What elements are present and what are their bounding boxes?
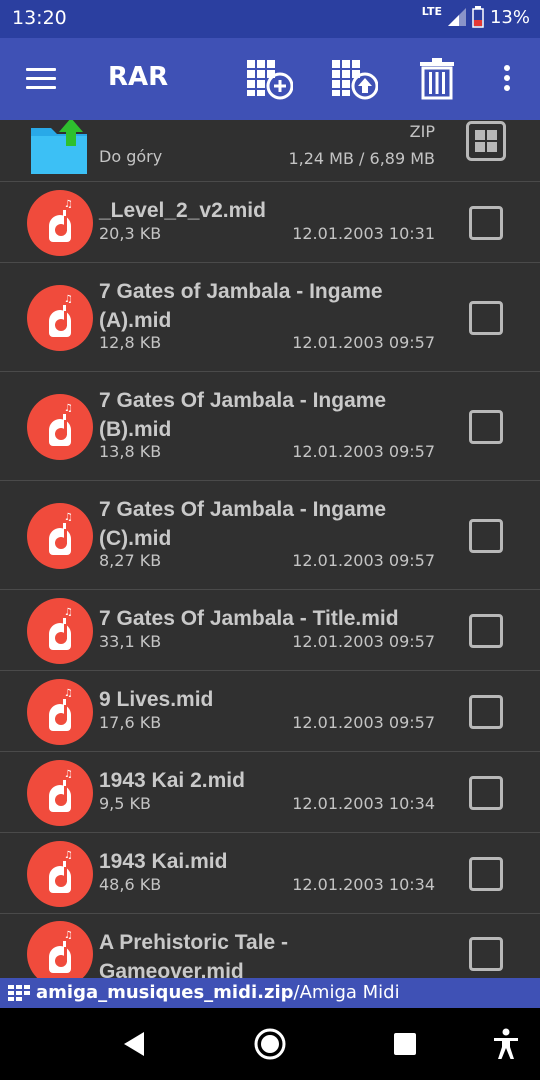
file-date: 12.01.2003 10:34 (292, 875, 435, 894)
grid-icon (466, 121, 506, 161)
file-date: 12.01.2003 10:31 (292, 224, 435, 243)
add-to-archive-button[interactable] (245, 58, 294, 100)
file-checkbox[interactable] (469, 857, 503, 891)
file-row[interactable]: ♫ 7 Gates of Jambala - Ingame (A).mid 12,8… (0, 263, 540, 372)
delete-button[interactable] (416, 58, 464, 100)
file-date: 12.01.2003 10:34 (292, 794, 435, 813)
file-size: 17,6 KB (99, 713, 162, 732)
parent-folder-row[interactable]: Do góry ZIP 1,24 MB / 6,89 MB (0, 120, 540, 182)
archive-extract-icon (332, 60, 379, 100)
file-name: _Level_2_v2.mid (99, 199, 266, 222)
select-all-button[interactable] (466, 121, 506, 161)
app-bar: RAR (0, 38, 540, 120)
svg-text:♫: ♫ (64, 512, 73, 523)
battery-level: 13% (489, 6, 530, 28)
file-checkbox[interactable] (469, 410, 503, 444)
file-row[interactable]: ♫ 7 Gates Of Jambala - Ingame (B).mid 13,8… (0, 372, 540, 481)
archive-type: ZIP (409, 122, 435, 141)
file-size: 48,6 KB (99, 875, 162, 894)
battery-icon (472, 6, 484, 28)
file-size: 33,1 KB (99, 632, 162, 651)
file-date: 12.01.2003 09:57 (292, 442, 435, 461)
archive-add-icon (247, 60, 294, 100)
midi-file-icon: ♫ (27, 394, 93, 460)
menu-button[interactable] (26, 68, 56, 90)
file-checkbox[interactable] (469, 206, 503, 240)
status-icons: LTE 13% (421, 4, 530, 28)
midi-file-icon: ♫ (27, 598, 93, 664)
path-bar[interactable]: amiga_musiques_midi.zip/Amiga Midi (0, 978, 540, 1008)
svg-text:♫: ♫ (64, 403, 73, 414)
signal-icon (447, 8, 466, 26)
file-row[interactable]: ♫ A Prehistoric Tale - Gameover.mid (0, 914, 540, 978)
accessibility-icon[interactable] (488, 1026, 524, 1062)
clock: 13:20 (12, 7, 67, 29)
back-icon[interactable] (116, 1026, 152, 1062)
file-size: 20,3 KB (99, 224, 162, 243)
midi-file-icon: ♫ (27, 679, 93, 745)
folder-path: /Amiga Midi (293, 982, 400, 1003)
file-name: 1943 Kai 2.mid (99, 769, 245, 792)
grid-view-icon (8, 985, 30, 1001)
file-checkbox[interactable] (469, 614, 503, 648)
hamburger-icon (26, 68, 56, 71)
svg-text:♫: ♫ (64, 769, 73, 780)
file-checkbox[interactable] (469, 776, 503, 810)
svg-text:♫: ♫ (64, 688, 73, 699)
file-size: 9,5 KB (99, 794, 151, 813)
more-options-button[interactable] (490, 58, 524, 100)
navigation-bar (0, 1008, 540, 1080)
archive-size: 1,24 MB / 6,89 MB (288, 149, 435, 168)
file-list[interactable]: Do góry ZIP 1,24 MB / 6,89 MB ♫ _Level_2_… (0, 120, 540, 978)
file-row[interactable]: ♫ 1943 Kai 2.mid 9,5 KB 12.01.2003 10:34 (0, 752, 540, 833)
file-date: 12.01.2003 09:57 (292, 713, 435, 732)
file-size: 8,27 KB (99, 551, 162, 570)
midi-file-icon: ♫ (27, 841, 93, 907)
file-name: 9 Lives.mid (99, 688, 214, 711)
file-row[interactable]: ♫ 1943 Kai.mid 48,6 KB 12.01.2003 10:34 (0, 833, 540, 914)
file-row[interactable]: ♫ 7 Gates Of Jambala - Ingame (C).mid 8,27… (0, 481, 540, 590)
path-text: amiga_musiques_midi.zip/Amiga Midi (36, 978, 400, 1008)
midi-file-icon: ♫ (27, 760, 93, 826)
home-icon[interactable] (252, 1026, 288, 1062)
midi-file-icon: ♫ (27, 285, 93, 351)
file-checkbox[interactable] (469, 519, 503, 553)
app-title: RAR (108, 62, 169, 92)
hamburger-icon-line (26, 77, 56, 80)
file-name: 7 Gates of Jambala - Ingame (A).mid (99, 280, 383, 332)
trash-icon (420, 58, 454, 100)
file-checkbox[interactable] (469, 301, 503, 335)
midi-file-icon: ♫ (27, 921, 93, 978)
recents-icon[interactable] (387, 1026, 423, 1062)
file-row[interactable]: ♫ 7 Gates Of Jambala - Title.mid 33,1 KB 12… (0, 590, 540, 671)
svg-text:♫: ♫ (64, 294, 73, 305)
file-name: 7 Gates Of Jambala - Title.mid (99, 607, 399, 630)
archive-name: amiga_musiques_midi.zip (36, 982, 294, 1003)
file-row[interactable]: ♫ 9 Lives.mid 17,6 KB 12.01.2003 09:57 (0, 671, 540, 752)
file-checkbox[interactable] (469, 695, 503, 729)
svg-text:♫: ♫ (64, 850, 73, 861)
more-vert-icon (504, 65, 510, 91)
midi-file-icon: ♫ (27, 190, 93, 256)
file-date: 12.01.2003 09:57 (292, 333, 435, 352)
svg-text:♫: ♫ (64, 607, 73, 618)
extract-button[interactable] (330, 58, 379, 100)
file-date: 12.01.2003 09:57 (292, 551, 435, 570)
file-size: 13,8 KB (99, 442, 162, 461)
folder-up-icon (31, 120, 87, 174)
file-row[interactable]: ♫ _Level_2_v2.mid 20,3 KB 12.01.2003 10:31 (0, 182, 540, 263)
file-name: 7 Gates Of Jambala - Ingame (C).mid (99, 498, 387, 550)
file-name: A Prehistoric Tale - Gameover.mid (99, 931, 289, 978)
svg-text:♫: ♫ (64, 199, 73, 210)
midi-file-icon: ♫ (27, 503, 93, 569)
network-type: LTE (421, 4, 442, 18)
hamburger-icon-line (26, 86, 56, 89)
file-date: 12.01.2003 09:57 (292, 632, 435, 651)
file-name: 1943 Kai.mid (99, 850, 228, 873)
status-bar: 13:20 LTE 13% (0, 0, 540, 38)
file-checkbox[interactable] (469, 937, 503, 971)
svg-text:♫: ♫ (64, 930, 73, 941)
file-size: 12,8 KB (99, 333, 162, 352)
file-name: 7 Gates Of Jambala - Ingame (B).mid (99, 389, 387, 441)
